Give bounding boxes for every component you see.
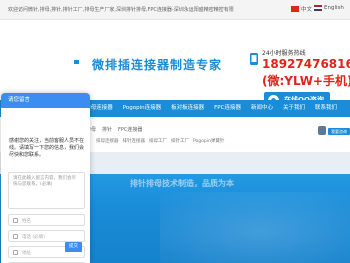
consult-button[interactable]: 我要咨询	[328, 128, 350, 135]
lang-en-link[interactable]: English	[314, 5, 344, 11]
submit-button[interactable]: 提交	[65, 242, 82, 252]
wechat-contact: (微:YLW+手机)	[262, 74, 350, 88]
sub-keyword-links: 排母连接器 排针连接器 排母工厂 排针工厂 Pogopin弹簧针	[96, 138, 224, 144]
lang-en-label: English	[324, 5, 344, 11]
nav-item-fpc[interactable]: FPC连接器	[209, 100, 246, 117]
banner-glow	[160, 192, 350, 263]
site-slogan: 微排插连接器制造专家	[92, 58, 223, 72]
nav-item-contact[interactable]: 联系我们	[310, 100, 342, 117]
keyword-links: 排母 排针 FPC连接器	[86, 126, 142, 133]
user-icon	[13, 218, 18, 223]
sub-keyword-link[interactable]: 排针工厂	[171, 138, 189, 144]
banner-headline: 排针排母技术制造，品质为本	[130, 179, 234, 188]
chat-intro: 感谢您的关注，当前客服人员不在线。请填写一下您的信息，我们会尽快和您联系。	[9, 138, 85, 158]
phone-field[interactable]: 电话 (必填)	[8, 230, 85, 242]
message-textarea[interactable]: 请在此输入留言内容，我们会尽快与您联系。(必填)	[8, 172, 85, 209]
china-flag-icon	[291, 6, 299, 12]
hotline-phone: 18927476816	[262, 57, 350, 71]
location-icon	[13, 250, 18, 255]
address-placeholder: 地址	[22, 251, 31, 256]
keyword-link[interactable]: 排针	[102, 126, 112, 133]
chat-title: 请您留言	[1, 93, 90, 108]
top-bar: 欢迎访问微针,排母,排针,排针工厂,排母生产厂家,深圳排针排母,FPC连接器-深…	[0, 0, 350, 20]
hotline-label: 24小时服务热线	[262, 50, 306, 57]
phone-placeholder: 电话 (必填)	[22, 235, 45, 240]
service-avatar	[318, 126, 326, 135]
lang-cn-link[interactable]: 中文	[291, 5, 312, 13]
leave-message-panel: 请您留言 感谢您的关注，当前客服人员不在线。请填写一下您的信息，我们会尽快和您联…	[1, 93, 90, 263]
keyword-link[interactable]: FPC连接器	[118, 126, 142, 133]
sub-keyword-link[interactable]: 排母连接器	[96, 138, 119, 144]
name-placeholder: 姓名	[22, 219, 31, 224]
name-field[interactable]: 姓名	[8, 214, 85, 226]
nav-item-pogopin[interactable]: Pogopin连接器	[118, 100, 166, 117]
us-flag-icon	[314, 5, 322, 11]
welcome-text: 欢迎访问微针,排母,排针,排针工厂,排母生产厂家,深圳排针排母,FPC连接器-深…	[8, 7, 234, 13]
phone-field-icon	[13, 234, 18, 239]
phone-icon	[248, 52, 260, 68]
sub-keyword-link[interactable]: Pogopin弹簧针	[193, 138, 224, 144]
site-header: 微排插连接器制造专家 24小时服务热线 18927476816 (微:YLW+手…	[0, 20, 350, 110]
nav-item-news[interactable]: 新闻中心	[246, 100, 278, 117]
sub-keyword-link[interactable]: 排母工厂	[149, 138, 167, 144]
logo-mark[interactable]	[74, 60, 79, 64]
lang-cn-label: 中文	[301, 7, 313, 13]
nav-item-board-to-board[interactable]: 板对板连接器	[166, 100, 209, 117]
sub-keyword-link[interactable]: 排针连接器	[123, 138, 146, 144]
nav-item-about[interactable]: 关于我们	[278, 100, 310, 117]
